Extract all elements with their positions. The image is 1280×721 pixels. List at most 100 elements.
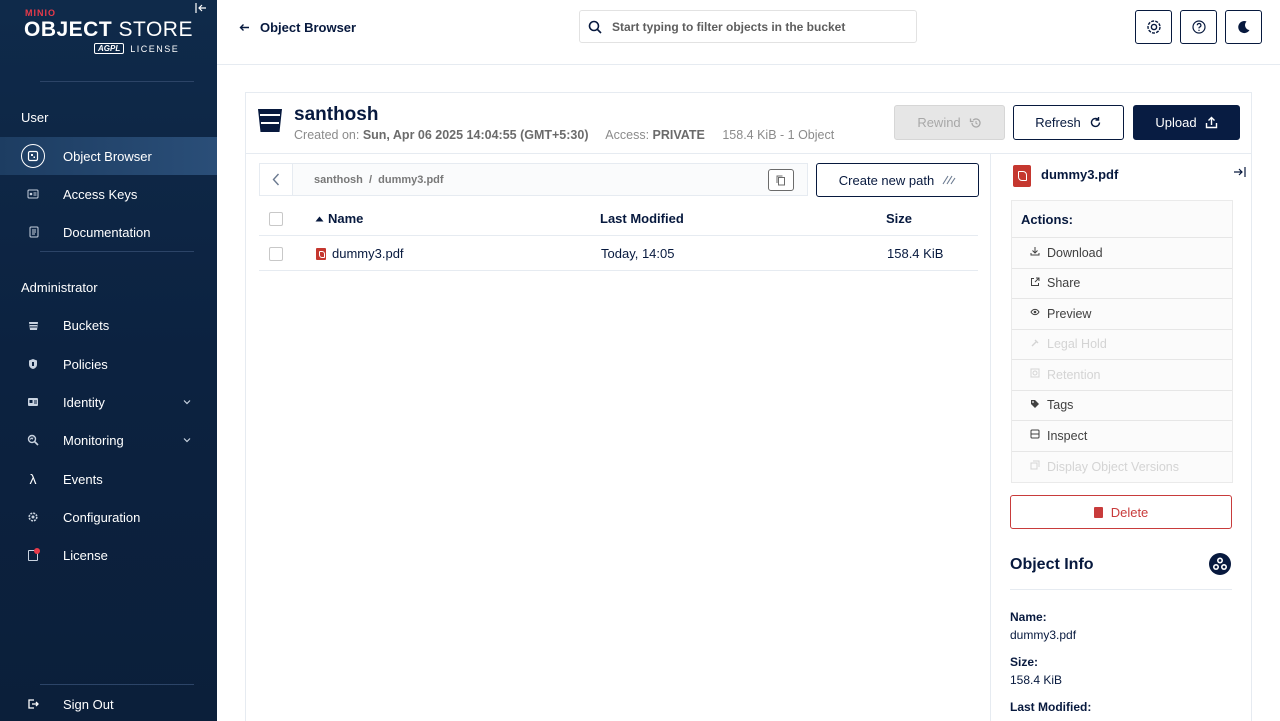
- sidebar-item-label: Object Browser: [63, 148, 152, 164]
- sidebar-item-documentation[interactable]: Documentation: [0, 213, 217, 251]
- sidebar-divider: [40, 251, 194, 252]
- sidebar-item-label: Buckets: [63, 317, 110, 333]
- license-text: LICENSE: [130, 43, 180, 54]
- rewind-button[interactable]: Rewind: [894, 105, 1005, 140]
- dark-mode-toggle[interactable]: [1225, 10, 1262, 44]
- object-browser-icon: [21, 144, 45, 168]
- help-button[interactable]: [1180, 10, 1217, 44]
- sort-asc-icon: [315, 216, 324, 221]
- close-details-icon[interactable]: [1233, 166, 1246, 181]
- details-filename: dummy3.pdf: [1041, 167, 1119, 182]
- section-administrator: Administrator: [21, 280, 98, 295]
- select-all-checkbox[interactable]: [269, 211, 283, 226]
- inspect-icon: [1030, 429, 1041, 442]
- create-new-path-button[interactable]: Create new path: [816, 163, 979, 197]
- sidebar-item-label: Documentation: [63, 224, 151, 240]
- copy-icon: [776, 175, 785, 185]
- sidebar-item-events[interactable]: λ Events: [0, 460, 217, 498]
- info-size-value: 158.4 KiB: [1010, 673, 1063, 687]
- sidebar: MINIO OBJECT STORE AGPL LICENSE User Obj…: [0, 0, 217, 721]
- chevron-down-icon: [183, 435, 191, 445]
- license-notification-dot: [28, 547, 40, 561]
- table-row[interactable]: dummy3.pdf Today, 14:05 158.4 KiB: [259, 236, 978, 271]
- column-modified-header[interactable]: Last Modified: [600, 201, 684, 236]
- sidebar-item-policies[interactable]: Policies: [0, 345, 217, 383]
- bucket-panel: santhosh Created on: Sun, Apr 06 2025 14…: [245, 92, 1252, 721]
- new-path-icon: [942, 175, 956, 185]
- chevron-down-icon: [183, 397, 191, 407]
- sidebar-item-label: Access Keys: [63, 186, 138, 202]
- action-share[interactable]: Share: [1012, 269, 1232, 299]
- eye-icon: [1030, 308, 1041, 319]
- sidebar-item-identity[interactable]: Identity: [0, 383, 217, 421]
- sign-out-icon: [21, 692, 45, 716]
- moon-icon: [1237, 21, 1249, 34]
- sidebar-item-license[interactable]: License: [0, 536, 217, 574]
- retention-icon: [1030, 368, 1041, 381]
- bucket-name: santhosh: [294, 104, 379, 125]
- tag-icon: [1030, 399, 1041, 412]
- action-legal-hold: Legal Hold: [1012, 330, 1232, 360]
- breadcrumb: santhosh / dummy3.pdf: [259, 163, 808, 196]
- sidebar-item-configuration[interactable]: Configuration: [0, 498, 217, 536]
- sidebar-item-label: Monitoring: [63, 432, 124, 448]
- search-input[interactable]: [612, 19, 902, 34]
- details-divider: [990, 154, 991, 721]
- license-icon: [21, 543, 45, 567]
- breadcrumb-path[interactable]: santhosh / dummy3.pdf: [314, 174, 444, 186]
- refresh-button[interactable]: Refresh: [1013, 105, 1124, 140]
- help-icon: [1191, 20, 1206, 34]
- logo-title: OBJECT STORE: [24, 18, 193, 41]
- gear-icon: [1146, 20, 1161, 34]
- breadcrumb-back-button[interactable]: [260, 164, 293, 195]
- sidebar-item-object-browser[interactable]: Object Browser: [0, 137, 217, 175]
- refresh-icon: [1090, 117, 1100, 128]
- legal-hold-icon: [1030, 338, 1041, 351]
- row-checkbox[interactable]: [269, 246, 283, 261]
- upload-button[interactable]: Upload: [1133, 105, 1240, 140]
- gear-icon: [21, 505, 45, 529]
- action-inspect[interactable]: Inspect: [1012, 421, 1232, 452]
- actions-menu: Actions: Download Share Preview Legal Ho…: [1011, 200, 1233, 483]
- settings-button[interactable]: [1135, 10, 1172, 44]
- object-search[interactable]: [579, 10, 917, 43]
- object-last-modified: Today, 14:05: [601, 246, 675, 261]
- monitoring-icon: [21, 428, 45, 452]
- sign-out-label: Sign Out: [63, 696, 114, 712]
- back-to-object-browser-link[interactable]: Object Browser: [239, 20, 356, 35]
- action-preview[interactable]: Preview: [1012, 299, 1232, 330]
- rewind-icon: [969, 117, 981, 128]
- sidebar-item-buckets[interactable]: Buckets: [0, 306, 217, 344]
- column-size-header[interactable]: Size: [886, 201, 912, 236]
- arrow-left-icon: [239, 24, 249, 31]
- info-name-label: Name:: [1010, 610, 1047, 624]
- column-name-header[interactable]: Name: [315, 201, 363, 236]
- brand-logo[interactable]: MINIO OBJECT STORE AGPL LICENSE: [0, 0, 217, 82]
- created-date: Sun, Apr 06 2025 14:04:55 (GMT+5:30): [362, 128, 589, 142]
- sidebar-item-access-keys[interactable]: Access Keys: [0, 175, 217, 213]
- sidebar-item-label: Policies: [63, 356, 108, 372]
- sidebar-divider: [40, 81, 194, 82]
- object-name: dummy3.pdf: [332, 246, 404, 261]
- copy-path-button[interactable]: [768, 169, 794, 191]
- policies-icon: [21, 352, 45, 376]
- collapse-sidebar-icon[interactable]: [195, 2, 209, 16]
- table-header: Name Last Modified Size: [259, 201, 978, 236]
- documentation-icon: [21, 220, 45, 244]
- sidebar-item-monitoring[interactable]: Monitoring: [0, 421, 217, 459]
- sign-out-button[interactable]: Sign Out: [0, 685, 217, 721]
- bucket-meta: Created on: Sun, Apr 06 2025 14:04:55 (G…: [294, 128, 835, 142]
- info-last-modified-label: Last Modified:: [1010, 700, 1092, 714]
- share-icon: [1030, 277, 1041, 290]
- bucket-icon: [258, 109, 282, 132]
- action-tags[interactable]: Tags: [1012, 391, 1232, 421]
- logo-minio-text: MINIO: [25, 8, 56, 18]
- action-download[interactable]: Download: [1012, 238, 1232, 269]
- search-icon: [588, 20, 602, 34]
- bucket-usage: 158.4 KiB - 1 Object: [722, 128, 835, 142]
- delete-button[interactable]: Delete: [1010, 495, 1232, 529]
- upload-icon: [1205, 116, 1217, 129]
- top-bar: Object Browser: [217, 0, 1280, 65]
- download-icon: [1030, 246, 1041, 259]
- pdf-file-icon: [316, 247, 326, 260]
